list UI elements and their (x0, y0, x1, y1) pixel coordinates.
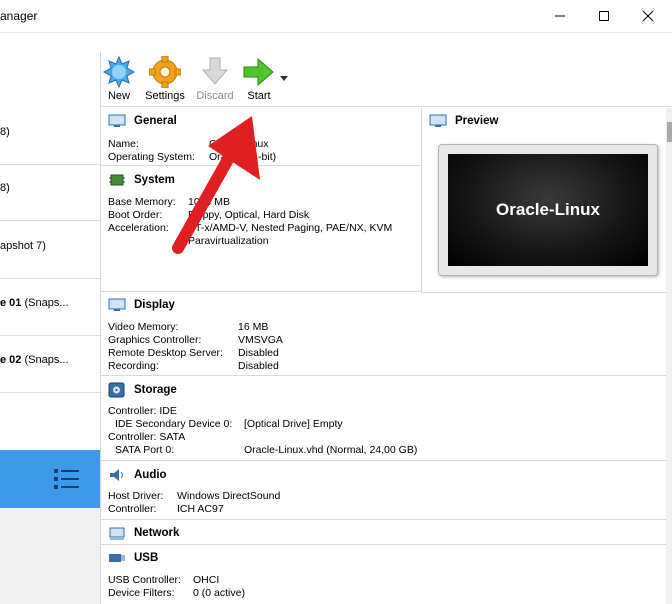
audio-section: Audio Host Driver: Windows DirectSound Co… (101, 461, 672, 520)
new-label: New (107, 90, 130, 102)
vm-list-empty-area (0, 508, 100, 604)
annotation-arrow-icon (172, 116, 260, 254)
discard-label: Discard (196, 90, 234, 102)
vm-item-name: e 01 (0, 297, 22, 309)
general-name-row: Name:Oracle-Linux (108, 138, 269, 150)
audio-title: Audio (134, 469, 167, 481)
storage-header[interactable]: Storage (108, 382, 177, 398)
display-title: Display (134, 299, 175, 311)
chevron-down-icon[interactable] (280, 76, 288, 82)
usb-ctrl-row: USB Controller: OHCI (108, 574, 220, 586)
close-icon (642, 10, 654, 22)
preview-frame: Oracle-Linux (438, 144, 658, 276)
discard-arrow-icon (201, 57, 229, 85)
chip-icon (109, 174, 125, 186)
network-header[interactable]: Network (108, 526, 179, 540)
monitor-icon (429, 114, 447, 127)
tools-item-selected[interactable] (0, 450, 100, 508)
storage-ctrl-sata-row: Controller: SATA (108, 431, 186, 443)
display-header[interactable]: Display (108, 298, 175, 312)
display-icon (108, 298, 126, 311)
preview-title: Preview (455, 115, 499, 127)
details-scrollbar-thumb[interactable] (667, 122, 672, 142)
maximize-button[interactable] (582, 0, 626, 32)
vm-item-label: 8) (0, 182, 10, 194)
monitor-icon (108, 114, 126, 127)
display-gc-row: Graphics Controller: VMSVGA (108, 334, 283, 346)
speaker-icon (110, 469, 123, 481)
minimize-icon (555, 15, 565, 17)
new-button[interactable]: New (103, 56, 135, 106)
display-vmem-row: Video Memory: 16 MB (108, 321, 269, 333)
vm-item-label: apshot 7) (0, 240, 46, 252)
vm-item-label: (Snaps... (21, 297, 69, 309)
vm-list-item[interactable]: e 02 (Snaps... (0, 336, 100, 393)
discard-button[interactable]: Discard (195, 56, 235, 106)
start-arrow-icon (243, 57, 274, 87)
vm-list-item[interactable]: 8) (0, 108, 100, 165)
close-button[interactable] (626, 0, 670, 32)
display-rec-row: Recording: Disabled (108, 360, 279, 372)
audio-ctrl-row: Controller: ICH AC97 (108, 503, 224, 515)
storage-title: Storage (134, 384, 177, 396)
start-label: Start (247, 90, 271, 102)
audio-host-row: Host Driver: Windows DirectSound (108, 490, 281, 502)
gear-icon (149, 56, 181, 88)
network-icon (109, 527, 125, 540)
window-title: anager (0, 9, 38, 23)
storage-sata-port-row: SATA Port 0: Oracle-Linux.vhd (Normal, 24… (115, 444, 418, 456)
vm-list-item[interactable]: e 01 (Snaps... (0, 279, 100, 336)
usb-filters-row: Device Filters: 0 (0 active) (108, 587, 245, 599)
vm-item-name: e 02 (0, 354, 22, 366)
toolbar: New Settings Discard Start (101, 52, 672, 107)
network-title: Network (134, 527, 180, 539)
network-section: Network (101, 520, 672, 545)
vm-item-label: (Snaps... (21, 354, 69, 366)
settings-button[interactable]: Settings (145, 56, 185, 106)
audio-header[interactable]: Audio (108, 467, 167, 483)
title-bar: anager (0, 0, 672, 33)
settings-label: Settings (145, 90, 185, 102)
new-starburst-icon (103, 56, 135, 88)
preview-panel: Preview Oracle-Linux (421, 108, 672, 293)
preview-header[interactable]: Preview (429, 114, 498, 128)
display-rds-row: Remote Desktop Server: Disabled (108, 347, 279, 359)
maximize-icon (599, 11, 609, 21)
usb-title: USB (134, 552, 159, 564)
preview-screen: Oracle-Linux (448, 154, 648, 266)
list-menu-icon[interactable] (54, 468, 80, 490)
usb-icon (109, 554, 125, 562)
disk-icon (108, 382, 125, 398)
display-section: Display Video Memory: 16 MB Graphics Cont… (101, 292, 672, 376)
details-scrollbar[interactable] (666, 108, 672, 604)
vm-item-label: 8) (0, 126, 10, 138)
vm-list-item[interactable]: apshot 7) (0, 222, 100, 279)
storage-ide-device-row: IDE Secondary Device 0: [Optical Drive] E… (115, 418, 343, 430)
storage-section: Storage Controller: IDE IDE Secondary De… (101, 376, 672, 461)
usb-section: USB USB Controller: OHCI Device Filters: 0… (101, 545, 672, 604)
start-button[interactable]: Start (241, 56, 277, 106)
usb-header[interactable]: USB (108, 551, 158, 565)
minimize-button[interactable] (538, 0, 582, 32)
storage-ctrl-ide-row: Controller: IDE (108, 405, 177, 417)
system-boot-row: Boot Order: Floppy, Optical, Hard Disk (108, 209, 310, 221)
vm-list-item[interactable]: 8) (0, 164, 100, 221)
